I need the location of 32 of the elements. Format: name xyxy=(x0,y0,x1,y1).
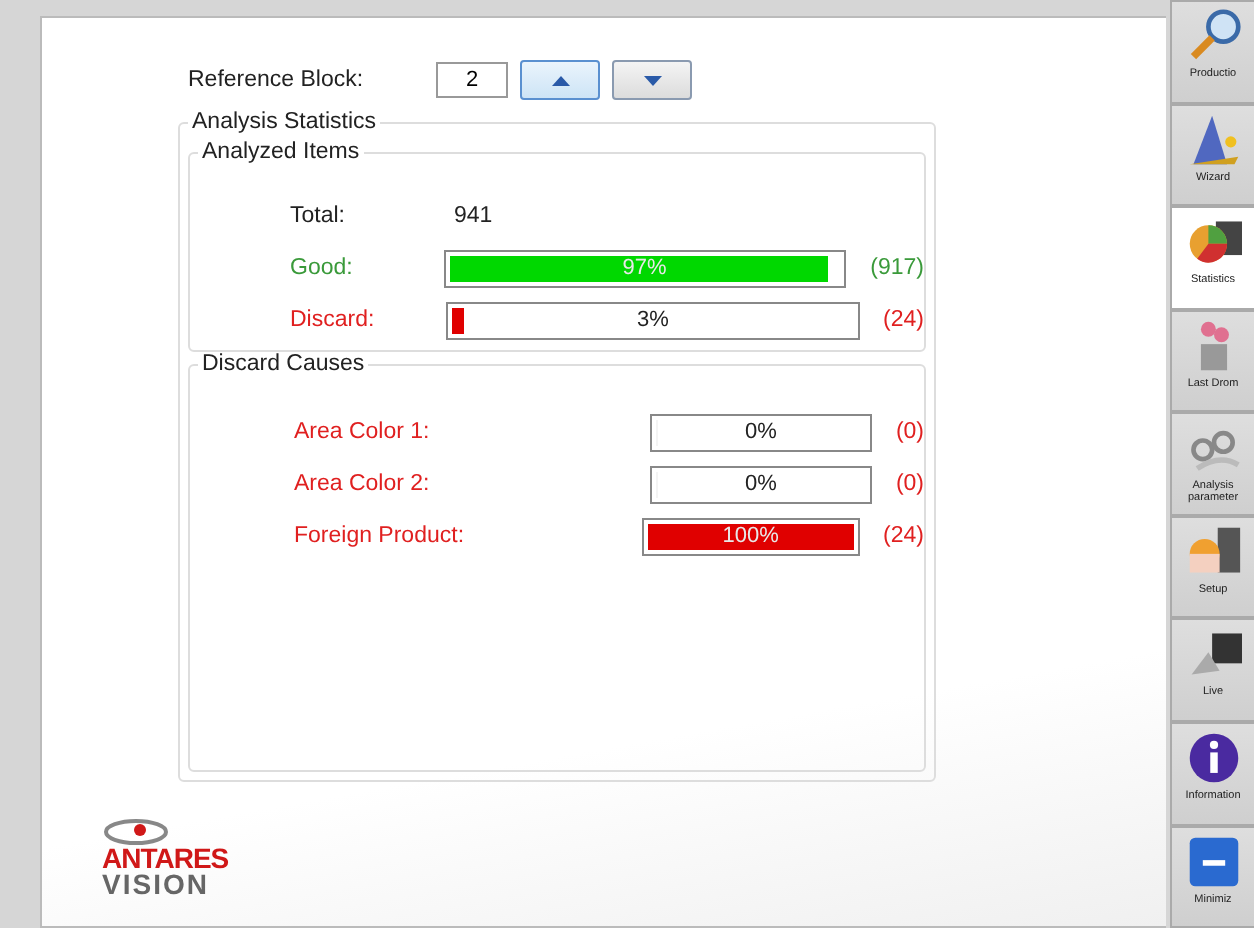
count-text: (0) xyxy=(895,420,924,444)
down-arrow-icon xyxy=(643,75,661,85)
percent-text: 0% xyxy=(743,470,779,500)
cause-label: Area Color 2: xyxy=(294,472,432,496)
stat-label: Discard: xyxy=(290,308,377,332)
total-label: Total: xyxy=(290,204,347,228)
cause-label: Foreign Product: xyxy=(294,524,467,548)
total-value: 941 xyxy=(454,204,493,228)
percent-text: 97% xyxy=(620,254,669,284)
group-title: Analysis Statistics xyxy=(188,110,381,134)
minimize-icon xyxy=(1185,833,1241,889)
percent-text: 3% xyxy=(634,306,671,336)
percent-text: 0% xyxy=(743,418,779,448)
up-button[interactable] xyxy=(520,60,600,100)
up-arrow-icon xyxy=(551,75,569,85)
count-text: (24) xyxy=(883,308,924,332)
group-title: Discard Causes xyxy=(198,352,369,376)
stat-label: Good: xyxy=(290,256,355,280)
magnifier-icon xyxy=(1185,8,1241,64)
logo-text: ANTARES xyxy=(102,846,229,872)
count-text: (917) xyxy=(870,256,924,280)
reference-block-label: Reference Block: xyxy=(188,68,366,92)
logo-swirl-icon xyxy=(102,818,170,846)
down-button[interactable] xyxy=(612,60,692,100)
count-text: (24) xyxy=(883,524,924,548)
percent-text: 100% xyxy=(720,522,781,552)
info-icon xyxy=(1185,729,1241,786)
cause-label: Area Color 1: xyxy=(294,420,432,444)
logo-text: VISION xyxy=(102,872,209,898)
group-title: Analyzed Items xyxy=(198,140,364,164)
reference-block-field[interactable]: 2 xyxy=(436,62,508,98)
count-text: (0) xyxy=(895,472,924,496)
